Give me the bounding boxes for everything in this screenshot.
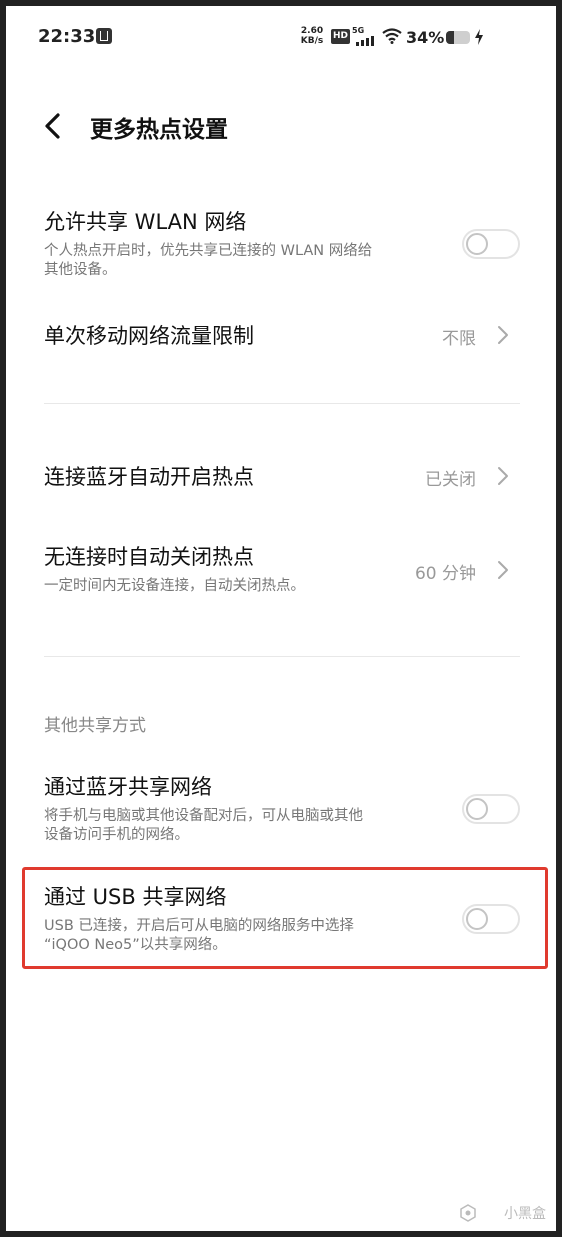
settings-screen: 22:33 2.60 KB/s HD 5G 34% 更多热点设置 允许共享 WL… [6, 6, 556, 1231]
divider [44, 403, 520, 404]
notification-icon [96, 28, 112, 44]
bluetooth-auto-hotspot-title: 连接蓝牙自动开启热点 [44, 465, 254, 489]
toggle-knob [466, 233, 488, 255]
bluetooth-tether-toggle[interactable] [462, 794, 520, 824]
wifi-icon [382, 28, 402, 44]
data-limit-title: 单次移动网络流量限制 [44, 324, 254, 348]
page-title: 更多热点设置 [90, 117, 228, 143]
toggle-knob [466, 798, 488, 820]
share-wlan-desc-line2: 其他设备。 [44, 262, 117, 278]
auto-close-hotspot-desc: 一定时间内无设备连接，自动关闭热点。 [44, 578, 305, 594]
share-wlan-desc-line1: 个人热点开启时，优先共享已连接的 WLAN 网络给 [44, 243, 373, 259]
share-wlan-title: 允许共享 WLAN 网络 [44, 210, 247, 234]
bluetooth-tether-desc-line2: 设备访问手机的网络。 [44, 827, 189, 843]
share-wlan-row[interactable]: 允许共享 WLAN 网络 个人热点开启时，优先共享已连接的 WLAN 网络给 其… [44, 206, 520, 286]
highlight-box [22, 867, 548, 969]
data-limit-row[interactable]: 单次移动网络流量限制 不限 [44, 320, 520, 360]
status-time: 22:33 [38, 26, 96, 47]
battery-icon [446, 31, 470, 44]
network-type: 5G [352, 26, 365, 35]
bluetooth-tether-title: 通过蓝牙共享网络 [44, 775, 212, 799]
watermark-text: 小黑盒 [504, 1206, 546, 1222]
bluetooth-tether-desc-line1: 将手机与电脑或其他设备配对后，可从电脑或其他 [44, 808, 363, 824]
cellular-signal-icon: 5G [352, 26, 376, 48]
chevron-right-icon [498, 467, 508, 485]
bluetooth-tether-row[interactable]: 通过蓝牙共享网络 将手机与电脑或其他设备配对后，可从电脑或其他 设备访问手机的网… [44, 771, 520, 851]
charging-icon [475, 29, 483, 45]
network-speed-value: 2.60 [300, 26, 324, 36]
chevron-right-icon [498, 326, 508, 344]
battery-percent: 34% [406, 28, 445, 47]
back-arrow-icon[interactable] [36, 108, 72, 144]
bluetooth-auto-hotspot-row[interactable]: 连接蓝牙自动开启热点 已关闭 [44, 461, 520, 501]
divider [44, 656, 520, 657]
hd-badge: HD [331, 29, 351, 44]
network-speed: 2.60 KB/s [298, 26, 326, 46]
section-label-other-sharing: 其他共享方式 [44, 716, 146, 736]
data-limit-value: 不限 [442, 329, 476, 349]
auto-close-hotspot-row[interactable]: 无连接时自动关闭热点 一定时间内无设备连接，自动关闭热点。 60 分钟 [44, 541, 520, 601]
page-header: 更多热点设置 [6, 98, 556, 154]
bluetooth-auto-hotspot-value: 已关闭 [425, 470, 476, 490]
watermark-logo-icon [460, 1204, 476, 1222]
auto-close-hotspot-title: 无连接时自动关闭热点 [44, 545, 254, 569]
chevron-right-icon [498, 561, 508, 579]
status-bar: 22:33 2.60 KB/s HD 5G 34% [6, 6, 556, 70]
network-speed-unit: KB/s [300, 36, 324, 46]
auto-close-hotspot-value: 60 分钟 [414, 564, 476, 584]
share-wlan-toggle[interactable] [462, 229, 520, 259]
